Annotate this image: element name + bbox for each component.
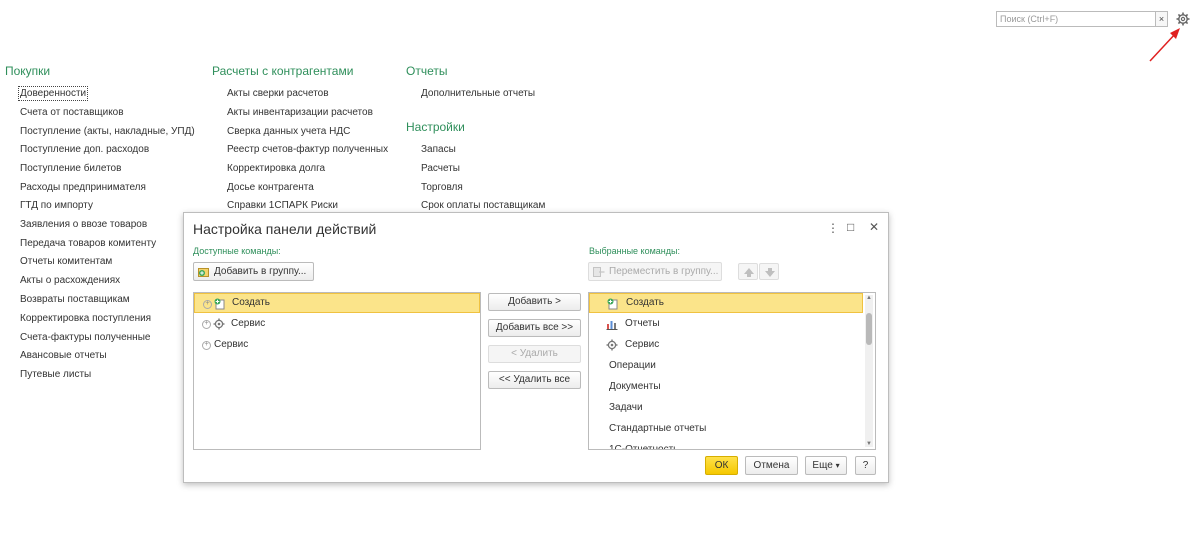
maximize-icon[interactable]: □ <box>847 220 854 234</box>
list-item-label: Отчеты <box>625 318 660 329</box>
add-button[interactable]: Добавить > <box>488 293 581 311</box>
link-advance-reports[interactable]: Авансовые отчеты <box>20 350 107 361</box>
annotation-arrow <box>1149 28 1180 62</box>
link-additional-expenses[interactable]: Поступление доп. расходов <box>20 144 149 155</box>
link-received-invoices[interactable]: Счета-фактуры полученные <box>20 332 150 343</box>
link-consignor-reports[interactable]: Отчеты комитентам <box>20 256 112 267</box>
create-icon <box>607 298 618 310</box>
link-debt-adjustment[interactable]: Корректировка долга <box>227 163 325 174</box>
reports-chart-icon <box>606 321 618 330</box>
link-reconciliation-acts[interactable]: Акты сверки расчетов <box>227 88 329 99</box>
list-item[interactable]: + Создать <box>194 293 480 313</box>
add-to-group-button[interactable]: Добавить в группу... <box>193 262 314 281</box>
move-to-group-label: Переместить в группу... <box>609 266 719 277</box>
scrollbar[interactable]: ▲ ▼ <box>865 295 873 447</box>
link-inventory-settings[interactable]: Запасы <box>421 144 456 155</box>
link-customs-import[interactable]: ГТД по импорту <box>20 200 93 211</box>
dialog-title: Настройка панели действий <box>193 221 377 237</box>
create-icon <box>214 298 225 310</box>
add-all-button[interactable]: Добавить все >> <box>488 319 581 337</box>
selected-commands-list[interactable]: Создать Отчеты Сервис Операции Документы… <box>588 292 876 450</box>
section-title-settlements: Расчеты с контрагентами <box>212 64 354 78</box>
link-inventory-acts[interactable]: Акты инвентаризации расчетов <box>227 107 373 118</box>
link-waybills[interactable]: Путевые листы <box>20 369 91 380</box>
action-panel-settings-dialog: Настройка панели действий ⋮ □ ✕ Доступны… <box>183 212 889 483</box>
list-item[interactable]: Отчеты <box>589 314 863 334</box>
help-button[interactable]: ? <box>855 456 876 475</box>
list-item-label: 1С-Отчетность <box>609 444 679 450</box>
list-item-label: Документы <box>609 381 661 392</box>
expand-icon[interactable]: + <box>202 341 211 350</box>
chevron-down-icon: ▾ <box>835 461 840 470</box>
move-icon <box>593 267 605 277</box>
more-actions-icon[interactable]: ⋮ <box>827 221 839 235</box>
close-icon[interactable]: ✕ <box>869 220 879 234</box>
selected-commands-label: Выбранные команды: <box>589 246 680 256</box>
service-gear-icon <box>606 339 618 351</box>
link-powers-of-attorney[interactable]: Доверенности <box>17 86 89 101</box>
move-down-button[interactable] <box>759 263 779 280</box>
move-up-button[interactable] <box>738 263 758 280</box>
link-receipt-adjustment[interactable]: Корректировка поступления <box>20 313 151 324</box>
folder-add-icon <box>198 268 209 277</box>
link-additional-reports[interactable]: Дополнительные отчеты <box>421 88 535 99</box>
more-menu-label: Еще <box>812 460 833 471</box>
more-menu-button[interactable]: Еще ▾ <box>805 456 847 475</box>
expand-icon[interactable]: + <box>203 300 212 309</box>
list-item-label: Создать <box>232 297 271 308</box>
link-tickets[interactable]: Поступление билетов <box>20 163 121 174</box>
scroll-up-arrow-icon[interactable]: ▲ <box>865 295 873 301</box>
link-invoice-register[interactable]: Реестр счетов-фактур полученных <box>227 144 388 155</box>
section-title-settings: Настройки <box>406 120 465 134</box>
link-import-declarations[interactable]: Заявления о ввозе товаров <box>20 219 147 230</box>
search-input[interactable]: Поиск (Ctrl+F) <box>996 11 1156 27</box>
list-item-label: Стандартные отчеты <box>609 423 707 434</box>
link-transfer-to-consignor[interactable]: Передача товаров комитенту <box>20 238 156 249</box>
ok-button[interactable]: ОК <box>705 456 738 475</box>
remove-all-button[interactable]: << Удалить все <box>488 371 581 389</box>
link-settlement-settings[interactable]: Расчеты <box>421 163 460 174</box>
link-vat-reconciliation[interactable]: Сверка данных учета НДС <box>227 126 350 137</box>
link-counterparty-dossier[interactable]: Досье контрагента <box>227 182 314 193</box>
arrow-up-icon <box>744 268 754 277</box>
add-to-group-label: Добавить в группу... <box>214 266 307 277</box>
list-item[interactable]: + Сервис <box>194 314 480 334</box>
available-commands-list[interactable]: + Создать + Сервис + Сервис <box>193 292 481 450</box>
link-receipts[interactable]: Поступление (акты, накладные, УПД) <box>20 126 195 137</box>
section-title-reports: Отчеты <box>406 64 448 78</box>
link-entrepreneur-expenses[interactable]: Расходы предпринимателя <box>20 182 146 193</box>
link-supplier-invoices[interactable]: Счета от поставщиков <box>20 107 124 118</box>
cancel-button[interactable]: Отмена <box>745 456 798 475</box>
list-item[interactable]: Документы <box>589 377 863 397</box>
list-item-label: Сервис <box>231 318 266 329</box>
scrollbar-thumb[interactable] <box>866 313 872 345</box>
link-payment-terms[interactable]: Срок оплаты поставщикам <box>421 200 545 211</box>
service-gear-icon <box>213 318 225 330</box>
expand-icon[interactable]: + <box>202 320 211 329</box>
list-item[interactable]: Сервис <box>589 335 863 355</box>
link-trade-settings[interactable]: Торговля <box>421 182 463 193</box>
move-to-group-button[interactable]: Переместить в группу... <box>588 262 722 281</box>
list-item[interactable]: 1С-Отчетность <box>589 440 863 450</box>
list-item[interactable]: Задачи <box>589 398 863 418</box>
list-item[interactable]: Создать <box>589 293 863 313</box>
scroll-down-arrow-icon[interactable]: ▼ <box>865 441 873 447</box>
arrow-down-icon <box>765 268 775 277</box>
remove-button[interactable]: < Удалить <box>488 345 581 363</box>
list-item[interactable]: Операции <box>589 356 863 376</box>
link-supplier-returns[interactable]: Возвраты поставщикам <box>20 294 130 305</box>
list-item[interactable]: + Сервис <box>194 335 480 355</box>
section-title-purchases: Покупки <box>5 64 51 78</box>
link-discrepancy-acts[interactable]: Акты о расхождениях <box>20 275 120 286</box>
list-item[interactable]: Стандартные отчеты <box>589 419 863 439</box>
list-item-label: Задачи <box>609 402 643 413</box>
list-item-label: Создать <box>626 297 665 308</box>
list-item-label: Сервис <box>214 339 249 350</box>
list-item-label: Операции <box>609 360 656 371</box>
link-spark-risks[interactable]: Справки 1СПАРК Риски <box>227 200 338 211</box>
available-commands-label: Доступные команды: <box>193 246 281 256</box>
list-item-label: Сервис <box>625 339 660 350</box>
